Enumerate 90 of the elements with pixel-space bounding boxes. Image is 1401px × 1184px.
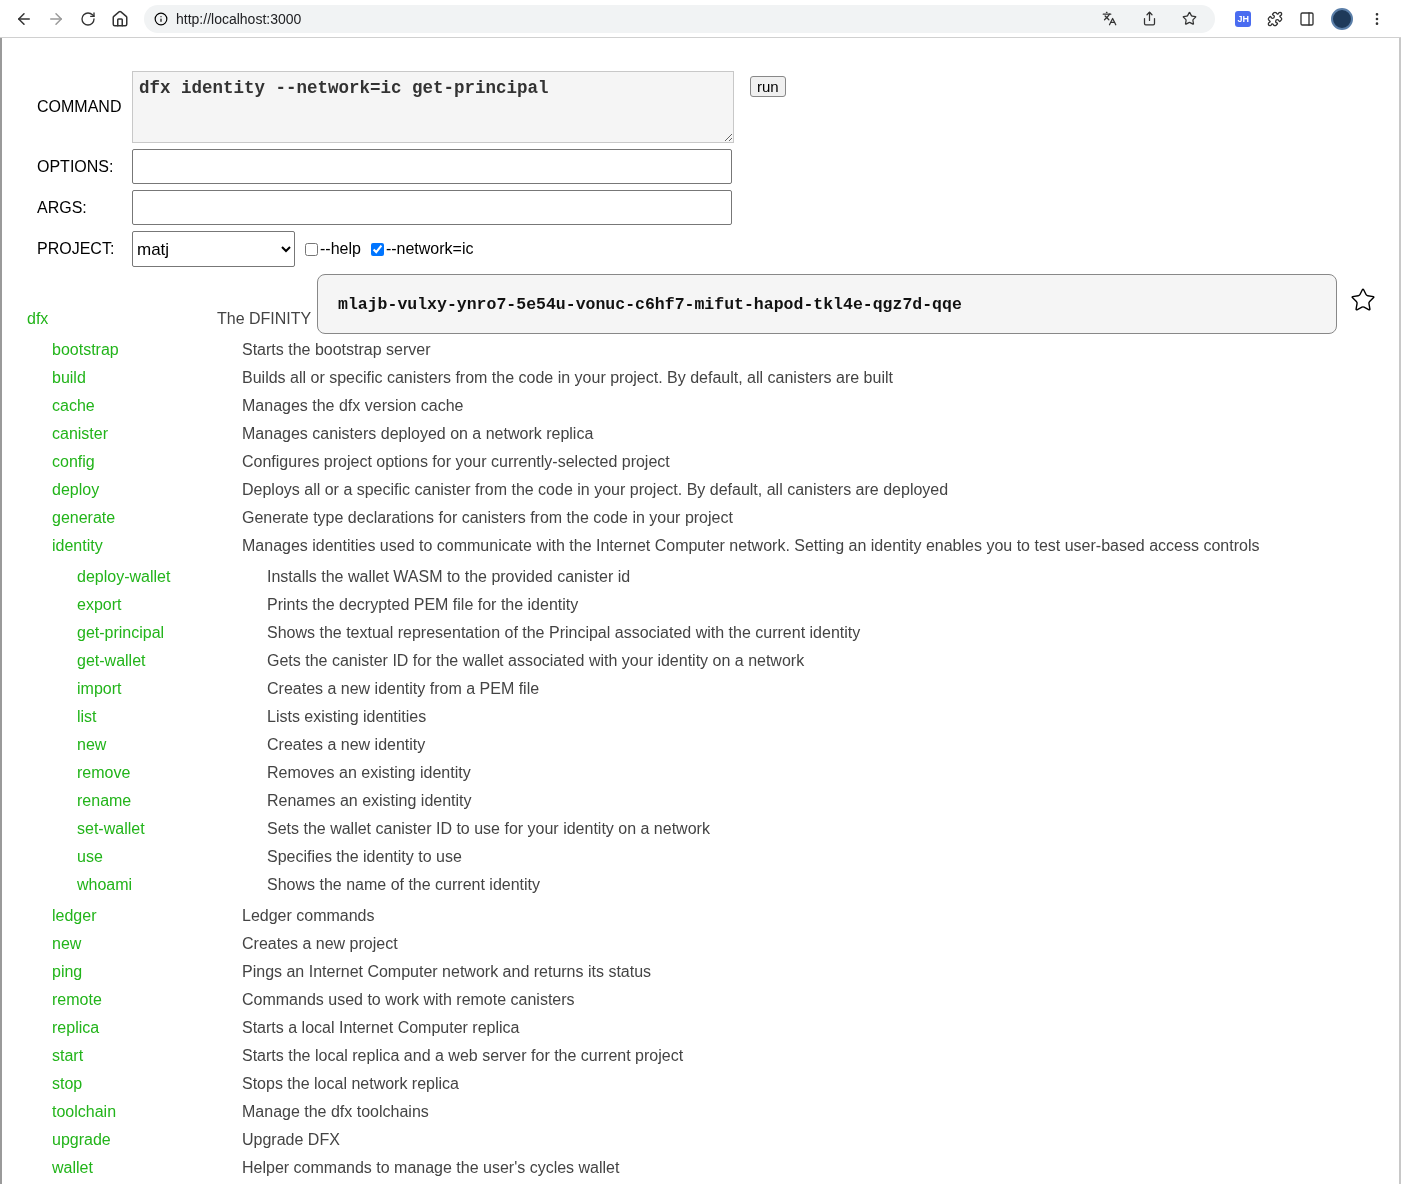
run-button[interactable]: run [750, 76, 786, 97]
star-icon [1182, 11, 1197, 26]
command-description: Sets the wallet canister ID to use for your identity on a network [267, 819, 710, 839]
command-description: Builds all or specific canisters from the code in your project. By default, all canisters are built [242, 368, 893, 388]
command-description: Creates a new identity from a PEM file [267, 679, 540, 699]
command-description: Prints the decrypted PEM file for the identity [267, 595, 579, 615]
command-link[interactable]: cache [52, 392, 242, 420]
command-link[interactable]: get-principal [77, 619, 267, 647]
address-bar[interactable]: http://localhost:3000 [144, 4, 1216, 33]
flag-label: --help [320, 240, 361, 258]
command-description: Pings an Internet Computer network and returns its status [242, 962, 652, 982]
puzzle-icon [1267, 10, 1283, 27]
flag-label: --network=ic [385, 240, 474, 258]
profile-avatar[interactable] [1331, 7, 1353, 30]
command-link[interactable]: config [52, 448, 242, 476]
command-link[interactable]: set-wallet [77, 815, 267, 843]
share-icon [1142, 11, 1157, 26]
command-description: Manages identities used to communicate with the Internet Computer network. Setting an identity enables you to test user-based access controls [242, 536, 1260, 556]
command-link[interactable]: upgrade [52, 1126, 242, 1154]
command-link[interactable]: bootstrap [52, 336, 242, 364]
flag-checkbox[interactable] [370, 242, 384, 256]
command-link[interactable]: rename [77, 787, 267, 815]
command-description: The DFINITY [217, 309, 312, 329]
command-description: Gets the canister ID for the wallet associated with your identity on a network [267, 651, 805, 671]
command-link[interactable]: new [52, 930, 242, 958]
info-icon [154, 11, 168, 26]
command-link[interactable]: new [77, 731, 267, 759]
args-field[interactable] [132, 190, 732, 225]
command-link[interactable]: remove [77, 759, 267, 787]
command-description: Manage the dfx toolchains [242, 1102, 429, 1122]
command-link[interactable]: build [52, 364, 242, 392]
command-link[interactable]: canister [52, 420, 242, 448]
command-link[interactable]: toolchain [52, 1098, 242, 1126]
command-link[interactable]: whoami [77, 871, 267, 899]
command-link[interactable]: identity [52, 532, 242, 560]
command-field[interactable]: dfx identity --network=ic get-principal [132, 71, 734, 143]
command-link[interactable]: dfx [27, 305, 217, 333]
field-label: PROJECT: [37, 240, 116, 258]
command-link[interactable]: stop [52, 1070, 242, 1098]
command-link[interactable]: list [77, 703, 267, 731]
command-link[interactable]: export [77, 591, 267, 619]
command-description: Helper commands to manage the user's cycles wallet [242, 1158, 620, 1178]
command-description: Manages canisters deployed on a network replica [242, 424, 594, 444]
command-link[interactable]: replica [52, 1014, 242, 1042]
command-description: Starts the local replica and a web server for the current project [242, 1046, 684, 1066]
command-description: Shows the textual representation of the Principal associated with the current identity [267, 623, 861, 643]
project-select[interactable]: matj [132, 231, 295, 267]
command-description: Specifies the identity to use [267, 847, 462, 867]
command-description: Commands used to work with remote canisters [242, 990, 575, 1010]
command-link[interactable]: ping [52, 958, 242, 986]
command-description: Starts a local Internet Computer replica [242, 1018, 520, 1038]
command-link[interactable]: generate [52, 504, 242, 532]
command-description: Manages the dfx version cache [242, 396, 464, 416]
command-link[interactable]: remote [52, 986, 242, 1014]
home-icon [111, 9, 129, 28]
command-description: Installs the wallet WASM to the provided canister id [267, 567, 631, 587]
command-description: Configures project options for your currently-selected project [242, 452, 670, 472]
command-description: Removes an existing identity [267, 763, 471, 783]
command-description: Upgrade DFX [242, 1130, 340, 1150]
command-description: Shows the name of the current identity [267, 875, 541, 895]
translate-icon [1102, 11, 1117, 26]
command-link[interactable]: get-wallet [77, 647, 267, 675]
flag-checkbox[interactable] [305, 242, 318, 256]
command-link[interactable]: deploy-wallet [77, 563, 267, 591]
star-icon [1350, 287, 1376, 313]
star-button[interactable] [1349, 286, 1377, 314]
field-label: ARGS: [37, 198, 88, 217]
command-link[interactable]: use [77, 843, 267, 871]
command-description: Generate type declarations for canisters from the code in your project [242, 508, 733, 528]
command-link[interactable]: wallet [52, 1154, 242, 1182]
command-description: Ledger commands [242, 906, 375, 926]
command-description: Renames an existing identity [267, 791, 472, 811]
command-description: Lists existing identities [267, 707, 427, 727]
command-link[interactable]: import [77, 675, 267, 703]
url-text: http://localhost:3000 [176, 10, 303, 27]
extension-badge[interactable]: JH [1235, 10, 1251, 27]
field-label: COMMAND [37, 98, 123, 116]
command-description: Creates a new identity [267, 735, 426, 755]
principal-text: mlajb-vulxy-ynro7-5e54u-vonuc-c6hf7-mifut-hapod-tkl4e-qgz7d-qqe [338, 294, 962, 314]
options-field[interactable] [132, 149, 732, 184]
command-link[interactable]: ledger [52, 902, 242, 930]
reload-icon [80, 10, 96, 27]
command-description: Stops the local network replica [242, 1074, 459, 1094]
command-description: Creates a new project [242, 934, 398, 954]
command-description: Starts the bootstrap server [242, 340, 431, 360]
field-label: OPTIONS: [37, 157, 115, 176]
command-link[interactable]: deploy [52, 476, 242, 504]
command-link[interactable]: start [52, 1042, 242, 1070]
side-panel-icon [1299, 10, 1315, 27]
command-description: Deploys all or a specific canister from the code in your project. By default, all canisters are deployed [242, 480, 949, 500]
